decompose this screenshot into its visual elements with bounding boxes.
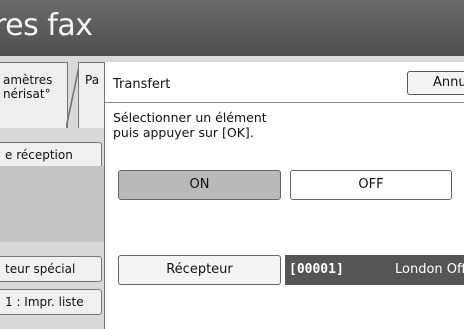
on-button[interactable]: ON	[118, 170, 281, 200]
cancel-button[interactable]: Annuler	[407, 71, 464, 95]
tab-label: Pa	[85, 73, 100, 87]
off-button[interactable]: OFF	[290, 170, 452, 200]
on-label: ON	[189, 177, 210, 192]
dialog-divider	[105, 102, 464, 103]
instruction-text: Sélectionner un élément puis appuyer sur…	[113, 110, 267, 140]
receiver-code: [00001]	[289, 262, 344, 277]
print-list-label: 1 : Impr. liste	[5, 295, 84, 309]
screen-title: res fax	[0, 8, 93, 43]
dialog-title: Transfert	[113, 77, 171, 92]
tab-label-line1: amètres	[3, 73, 53, 87]
tab-general-settings[interactable]: amètres nérisat°	[0, 62, 68, 128]
receiver-name: London Office	[395, 262, 464, 277]
reception-settings-button[interactable]: e réception	[0, 142, 102, 168]
receiver-button[interactable]: Récepteur	[118, 255, 281, 285]
tab-label-line2: nérisat°	[3, 87, 51, 101]
header-bar: res fax	[0, 0, 464, 56]
off-label: OFF	[358, 177, 384, 192]
left-panel-area	[0, 166, 104, 242]
reception-settings-label: e réception	[5, 148, 73, 162]
special-sender-label: teur spécial	[5, 262, 76, 276]
cancel-label: Annuler	[433, 75, 464, 90]
receiver-display: [00001] London Office	[285, 255, 464, 285]
instruction-line2: puis appuyer sur [OK].	[113, 125, 254, 140]
special-sender-button[interactable]: teur spécial	[0, 256, 102, 282]
receiver-button-label: Récepteur	[166, 262, 233, 277]
print-list-button[interactable]: 1 : Impr. liste	[0, 289, 102, 315]
transfer-dialog: Transfert Annuler Sélectionner un élémen…	[104, 62, 464, 329]
instruction-line1: Sélectionner un élément	[113, 110, 267, 125]
